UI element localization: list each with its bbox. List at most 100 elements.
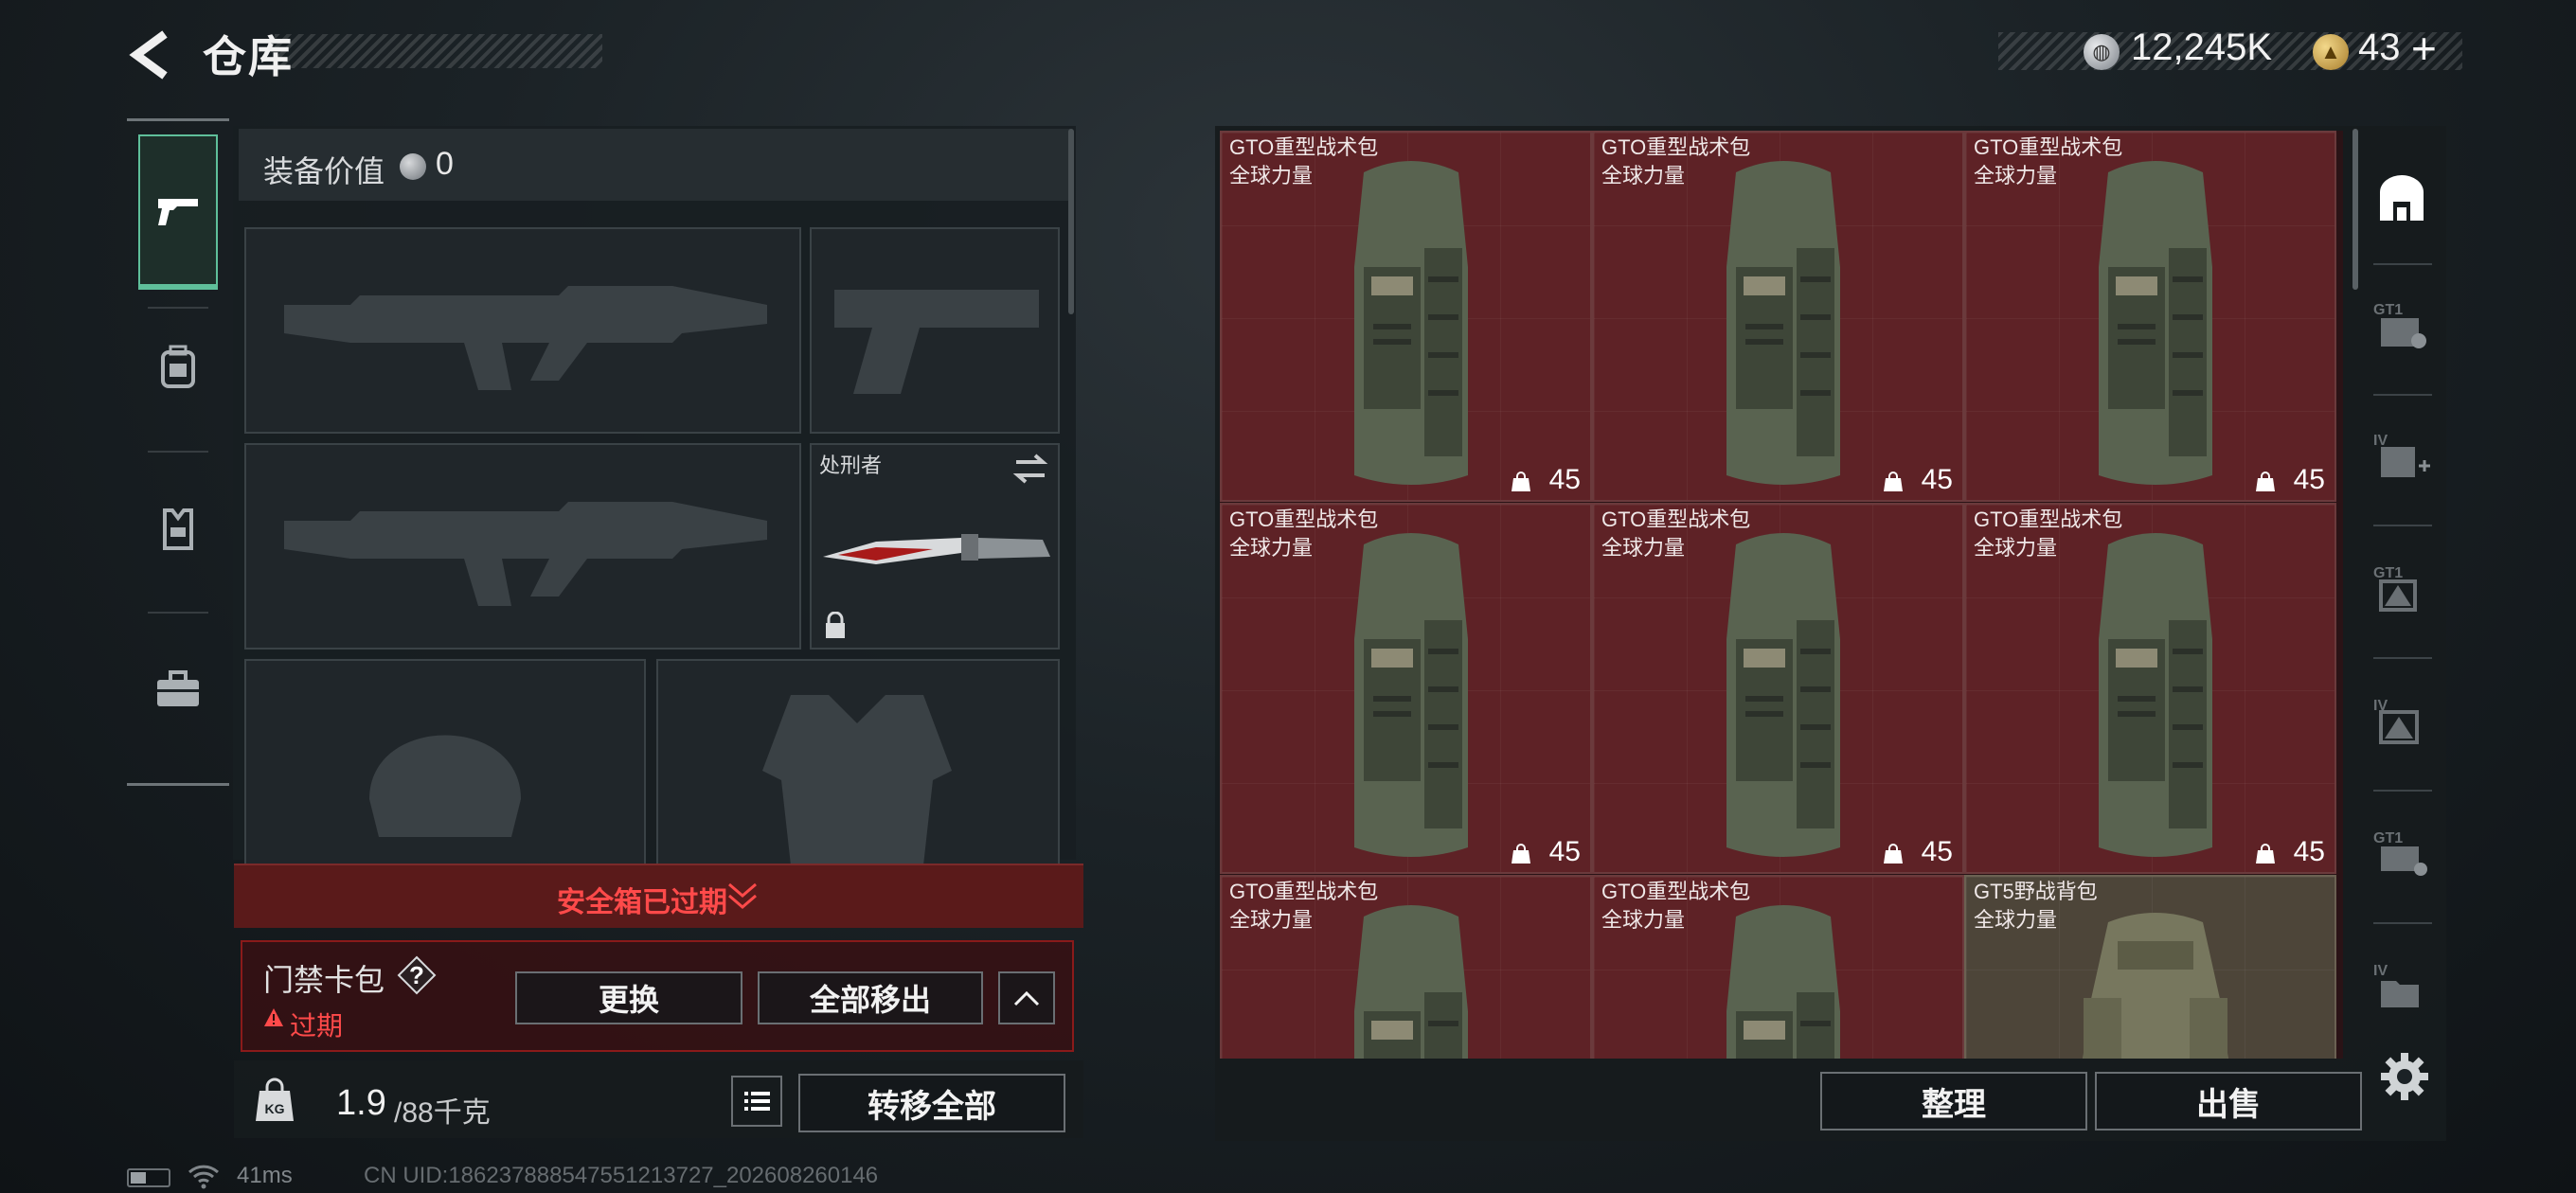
keycard-pouch-label: 门禁卡包 (263, 963, 385, 997)
inventory-grid: GTO重型战术包 全球力量 45 GTO重型战术包 全球力量 45 GTO重型战术包 全球力量… (1220, 131, 2343, 1059)
item-name: GTO重型战术包 (1974, 507, 2123, 531)
iv-alert-icon: IV (2373, 698, 2419, 744)
chevron-down-icon[interactable] (725, 879, 760, 911)
item-brand: 全球力量 (1229, 164, 1314, 187)
filter-iv-alert[interactable]: IV (2364, 665, 2440, 778)
filter-gt1-pouch[interactable]: GT1 (2364, 269, 2440, 383)
item-brand: 全球力量 (1601, 164, 1686, 187)
slot-primary-weapon-2[interactable] (244, 443, 801, 650)
collapse-button[interactable] (998, 971, 1055, 1024)
filter-backpack[interactable] (2364, 142, 2440, 256)
vest-icon (163, 508, 193, 550)
gear-icon[interactable] (2379, 1051, 2430, 1102)
backpack-image (1354, 533, 1468, 857)
inventory-item[interactable]: GTO重型战术包 全球力量 45 (1592, 503, 1964, 874)
slot-secondary-pistol[interactable] (810, 227, 1060, 434)
capacity-icon (2256, 472, 2275, 491)
backpack-image (1726, 905, 1840, 1059)
swap-icon[interactable] (1012, 453, 1048, 485)
tab-weapons[interactable] (138, 134, 218, 290)
item-name: GTO重型战术包 (1974, 135, 2123, 159)
capacity-icon (1512, 472, 1530, 491)
backpack-filter-icon (2380, 175, 2424, 221)
gold-coin-icon: ▲ (2313, 34, 2349, 70)
inventory-item[interactable]: GTO重型战术包 全球力量 45 (1964, 503, 2336, 874)
item-capacity: 45 (2293, 836, 2325, 867)
capacity-icon (1512, 844, 1530, 864)
gt1-pouch-icon: GT1 (2373, 302, 2426, 348)
tidy-button[interactable]: 整理 (1820, 1072, 2087, 1131)
item-brand: 全球力量 (1601, 908, 1686, 932)
equipment-tab-rail (127, 118, 229, 786)
svg-text:GT1: GT1 (2373, 830, 2403, 846)
item-brand: 全球力量 (1229, 536, 1314, 560)
lock-icon (826, 612, 845, 638)
item-capacity: 45 (1921, 464, 1953, 495)
item-capacity: 45 (2293, 464, 2325, 495)
melee-name: 处刑者 (819, 454, 883, 477)
list-view-button[interactable] (731, 1076, 782, 1127)
item-name: GTO重型战术包 (1601, 507, 1751, 531)
help-icon[interactable]: ? (396, 954, 438, 996)
capacity-icon (1884, 472, 1903, 491)
filter-gt1-alert[interactable]: GT1 (2364, 532, 2440, 646)
svg-text:IV: IV (2373, 433, 2388, 449)
currency-secondary: 43 (2358, 27, 2401, 68)
add-currency-button[interactable]: + (2411, 23, 2437, 74)
item-brand: 全球力量 (1974, 908, 2058, 932)
knife-icon (823, 534, 1050, 564)
briefcase-icon (157, 670, 199, 706)
inventory-item[interactable]: GTO重型战术包 全球力量 45 (1220, 131, 1592, 502)
item-name: GT5野战背包 (1974, 880, 2098, 903)
backpack-image (2083, 913, 2228, 1059)
user-uid: CN UID:18623788854755121372​7_2026082601… (364, 1163, 879, 1188)
transfer-all-button[interactable]: 转移全部 (798, 1074, 1065, 1132)
tab-vest[interactable] (138, 472, 218, 585)
svg-text:KG: KG (265, 1101, 285, 1116)
capacity-icon (2256, 844, 2275, 864)
tab-briefcase[interactable] (138, 632, 218, 746)
keycard-status: 过期 (290, 1011, 344, 1041)
inventory-item[interactable]: GTO重型战术包 全球力量 45 (1964, 131, 2336, 502)
currency-primary: 12,245K (2131, 27, 2273, 68)
filter-iv-folder[interactable]: IV (2364, 930, 2440, 1043)
inventory-scrollbar[interactable] (2352, 129, 2358, 290)
silver-coin-icon (400, 153, 426, 180)
filter-iv-add[interactable]: IV (2364, 400, 2440, 513)
slot-melee[interactable]: 处刑者 (810, 443, 1060, 650)
inventory-item[interactable]: GTO重型战术包 全球力量 45 (1592, 131, 1964, 502)
sell-button[interactable]: 出售 (2095, 1072, 2362, 1131)
item-name: GTO重型战术包 (1229, 880, 1379, 903)
equipment-value-label: 装备价值 (263, 154, 385, 188)
inventory-item[interactable]: GT5野战背包 全球力量 (1964, 875, 2336, 1059)
move-all-out-button[interactable]: 全部移出 (758, 971, 983, 1024)
weight-icon: KG (256, 1077, 294, 1121)
swap-button[interactable]: 更换 (515, 971, 742, 1024)
backpack-image (2099, 533, 2212, 857)
weight-max: /88千克 (394, 1097, 491, 1129)
inventory-item[interactable]: GTO重型战术包 全球力量 (1220, 875, 1592, 1059)
equipment-value: 0 (436, 146, 454, 182)
inventory-item[interactable]: GTO重型战术包 全球力量 (1592, 875, 1964, 1059)
item-name: GTO重型战术包 (1601, 880, 1751, 903)
iv-add-icon: IV (2373, 433, 2430, 477)
inventory-item[interactable]: GTO重型战术包 全球力量 45 (1220, 503, 1592, 874)
equipment-scrollbar[interactable] (1068, 129, 1074, 314)
item-capacity: 45 (1548, 836, 1581, 867)
slot-armor[interactable] (656, 659, 1060, 865)
slot-helmet[interactable] (244, 659, 646, 865)
filter-gt1-box[interactable]: GT1 (2364, 797, 2440, 911)
back-arrow-icon[interactable] (127, 28, 174, 81)
item-brand: 全球力量 (1974, 164, 2058, 187)
item-name: GTO重型战术包 (1229, 135, 1379, 159)
tab-backpack[interactable] (138, 311, 218, 424)
backpack-image (1726, 533, 1840, 857)
slot-primary-weapon-1[interactable] (244, 227, 801, 434)
item-name: GTO重型战术包 (1229, 507, 1379, 531)
backpack-icon (161, 345, 195, 388)
pistol-icon (158, 199, 198, 225)
backpack-image (2099, 161, 2212, 485)
title-decoration (275, 34, 602, 68)
ping-readout: 41ms (237, 1163, 293, 1188)
rifle-placeholder-icon (284, 286, 767, 390)
